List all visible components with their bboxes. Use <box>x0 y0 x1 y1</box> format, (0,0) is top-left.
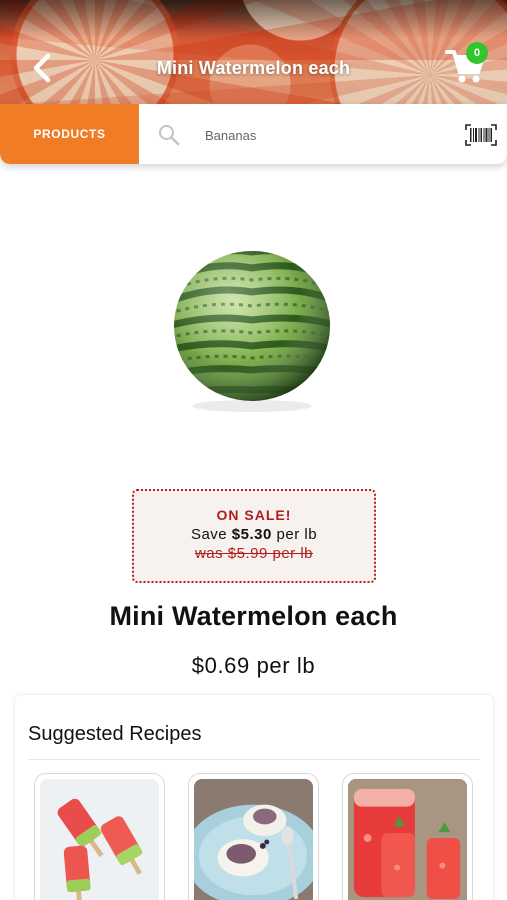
original-price: was $5.99 per lb <box>194 545 314 562</box>
cart-count-badge: 0 <box>466 42 488 64</box>
barcode-scan-icon[interactable] <box>465 124 497 146</box>
recipes-heading: Suggested Recipes <box>28 723 202 745</box>
search-input[interactable] <box>205 122 445 148</box>
product-price: $0.69 per lb <box>191 653 316 678</box>
search-icon <box>159 125 180 146</box>
products-button[interactable]: PRODUCTS <box>0 104 139 164</box>
suggested-recipes-card: Suggested Recipes <box>15 695 493 900</box>
watermelon-drink-image <box>348 779 467 900</box>
divider <box>28 759 480 760</box>
watermelon-image <box>174 251 330 412</box>
header-banner: Mini Watermelon each 0 <box>0 0 507 110</box>
savings-prefix: Save <box>190 526 232 543</box>
recipe-card-1[interactable] <box>34 773 165 900</box>
savings-amount: $5.30 <box>231 526 272 543</box>
search-area <box>139 104 507 164</box>
header-title: Mini Watermelon each <box>156 58 351 78</box>
ice-cream-bowls-image <box>189 779 318 900</box>
product-name: Mini Watermelon each <box>109 601 398 631</box>
search-bar: PRODUCTS <box>0 104 507 164</box>
savings-suffix: per lb <box>271 526 318 543</box>
popsicles-image <box>40 779 159 900</box>
sale-savings: Save $5.30 per lb <box>134 526 374 543</box>
recipe-card-2[interactable] <box>188 773 319 900</box>
recipe-card-3[interactable] <box>342 773 473 900</box>
sale-title: ON SALE! <box>216 507 292 523</box>
sale-banner: ON SALE! Save $5.30 per lb was $5.99 per… <box>132 489 376 583</box>
